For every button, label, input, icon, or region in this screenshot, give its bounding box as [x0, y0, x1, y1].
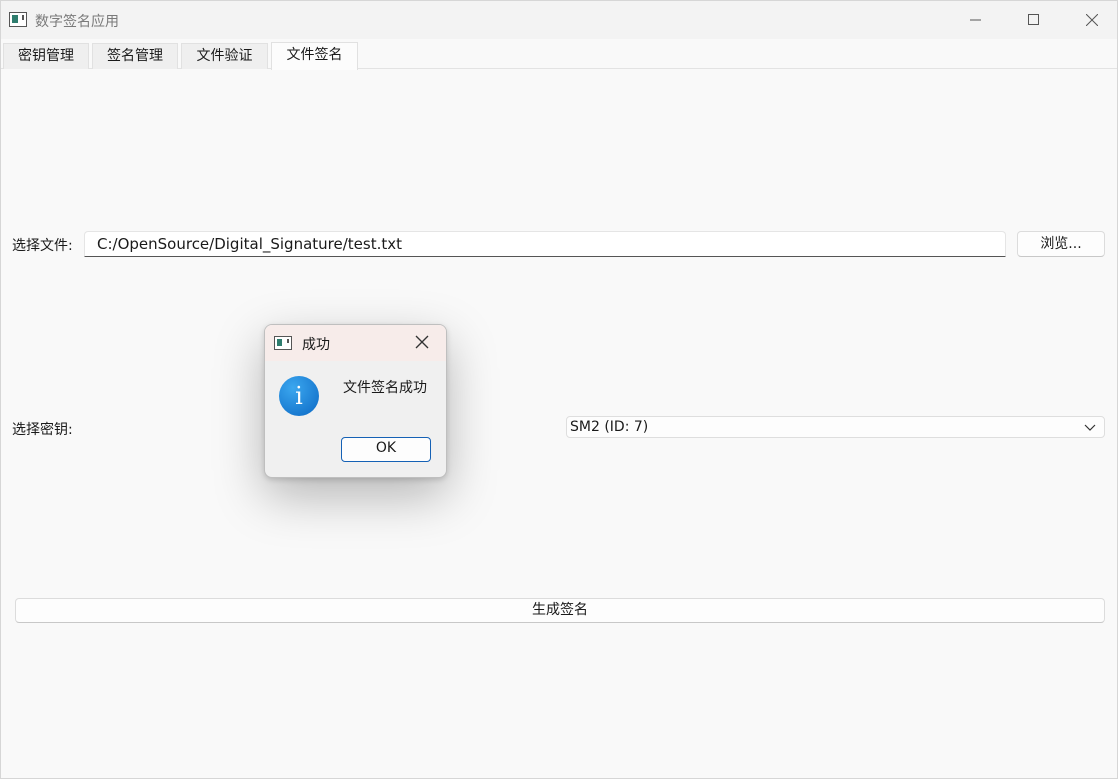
chevron-down-icon	[1084, 424, 1096, 431]
dialog-title: 成功	[302, 337, 330, 353]
app-icon	[9, 12, 27, 27]
browse-button[interactable]: 浏览...	[1017, 231, 1105, 257]
file-path-input[interactable]: C:/OpenSource/Digital_Signature/test.txt	[84, 231, 1006, 257]
tab-key-management[interactable]: 密钥管理	[3, 43, 89, 69]
dialog-message: 文件签名成功	[343, 380, 427, 396]
title-bar: 数字签名应用	[1, 1, 1117, 39]
ok-button[interactable]: OK	[341, 437, 431, 462]
tab-signature-management[interactable]: 签名管理	[92, 43, 178, 69]
tab-file-verification[interactable]: 文件验证	[181, 43, 268, 69]
maximize-icon	[1028, 14, 1039, 25]
close-icon	[1086, 14, 1098, 26]
tab-bar: 密钥管理 签名管理 文件验证 文件签名	[1, 41, 1117, 70]
key-select[interactable]: SM2 (ID: 7)	[566, 416, 1105, 438]
info-icon: i	[279, 376, 319, 416]
close-button[interactable]	[1063, 1, 1118, 39]
dialog-close-button[interactable]	[415, 335, 431, 351]
close-icon	[415, 335, 429, 349]
window-title: 数字签名应用	[35, 14, 119, 30]
tab-file-signing[interactable]: 文件签名	[271, 42, 358, 70]
minimize-button[interactable]	[947, 1, 1005, 39]
success-dialog: 成功 i 文件签名成功 OK	[264, 324, 447, 478]
dialog-title-bar: 成功	[265, 325, 446, 361]
key-label: 选择密钥:	[12, 422, 73, 438]
key-select-value: SM2 (ID: 7)	[570, 419, 649, 435]
file-label: 选择文件:	[12, 238, 73, 254]
generate-signature-button[interactable]: 生成签名	[15, 598, 1105, 623]
maximize-button[interactable]	[1005, 1, 1063, 39]
dialog-app-icon	[274, 336, 292, 350]
minimize-icon	[970, 19, 981, 21]
main-window: 数字签名应用 密钥管理 签名管理 文件验证 文件签名 选择文件: C:/Open…	[0, 0, 1118, 779]
